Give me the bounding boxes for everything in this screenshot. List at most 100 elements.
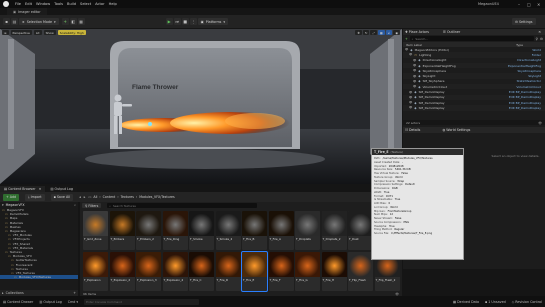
unsaved-button[interactable]: ▪ 1 Unsaved — [485, 300, 506, 304]
save-all-button[interactable]: ▪ Save All — [50, 193, 74, 201]
asset-thumbnail[interactable]: T_Fire_D — [215, 252, 241, 291]
more-options-icon[interactable]: ⋮ — [189, 18, 197, 25]
filter-icon[interactable]: ⚲ — [536, 37, 538, 41]
visibility-icon[interactable]: 👁 — [413, 59, 416, 62]
back-icon[interactable]: ◂ — [79, 195, 81, 199]
stop-icon[interactable]: ■ — [181, 18, 189, 25]
filters-button[interactable]: ⚲ Filters — [82, 203, 102, 208]
tab-outliner[interactable]: ☰ Outliner — [443, 30, 460, 34]
menu-window[interactable]: Window — [36, 2, 50, 6]
save-icon[interactable]: ▪ — [3, 18, 10, 25]
asset-thumbnail[interactable]: T_Explosion_3 — [136, 252, 161, 291]
angle-snap-icon[interactable]: ∠ — [385, 30, 393, 35]
menu-select[interactable]: Select — [80, 2, 91, 6]
import-button[interactable]: ⤓ Import — [25, 193, 45, 201]
menu-file[interactable]: File — [15, 2, 21, 6]
settings-button[interactable]: ⚙ Settings — [512, 18, 536, 25]
asset-thumbnail[interactable]: T_Fire_G — [295, 252, 320, 291]
blueprint-icon[interactable]: ◧ — [69, 18, 77, 25]
output-log-button[interactable]: ▥ Output Log — [39, 300, 62, 304]
asset-thumbnail[interactable]: T_Smoke_2 — [215, 211, 241, 250]
viewport-menu-icon[interactable]: ≡ — [2, 30, 9, 35]
asset-thumbnail[interactable]: T_Grid_Zone — [83, 211, 108, 250]
asset-thumbnail[interactable]: T_Dust — [348, 211, 373, 250]
visibility-icon[interactable]: 👁 — [409, 96, 412, 99]
revision-control-button[interactable]: ◇ Revision Control — [512, 300, 542, 304]
asset-thumbnail[interactable]: T_Fire_H — [321, 252, 347, 291]
breadcrumb-item[interactable]: Modules_VFX/Textures — [139, 195, 174, 199]
menu-build[interactable]: Build — [67, 2, 76, 6]
chevron-down-icon[interactable]: ▾ — [2, 203, 4, 207]
asset-thumbnail[interactable]: T_Embers_2 — [136, 211, 161, 250]
perspective-button[interactable]: Perspective — [10, 30, 32, 35]
platforms-button[interactable]: ▣ Platforms ▾ — [197, 18, 229, 25]
asset-thumbnail[interactable]: T_Embers — [109, 211, 135, 250]
settings-icon[interactable]: ⚙ — [540, 37, 543, 41]
asset-thumbnail[interactable]: T_Fire_C — [189, 252, 214, 291]
lit-button[interactable]: Lit — [33, 30, 42, 35]
tree-folder[interactable]: ▭ Modules_VFX/Textures — [0, 275, 78, 280]
visibility-icon[interactable]: 👁 — [413, 69, 416, 72]
close-tab-icon[interactable]: ✕ — [39, 187, 42, 191]
content-icon[interactable]: ▤ — [11, 18, 18, 25]
level-viewport[interactable]: Flame Thrower ≡ Perspective Lit Show Sca… — [0, 29, 402, 184]
asset-thumbnail[interactable]: T_Smoke — [189, 211, 214, 250]
asset-thumbnail[interactable]: T_Droplets_2 — [321, 211, 347, 250]
outliner-row[interactable]: 👁 ◆ SM_DemoDisplay Edit BP_DemoDisplay — [403, 105, 545, 111]
header-type[interactable]: Type — [516, 43, 523, 47]
visibility-icon[interactable]: 👁 — [413, 75, 416, 78]
cmd-selector[interactable]: Cmd ▾ — [68, 300, 78, 304]
tab-world-settings[interactable]: ◍ World Settings — [442, 128, 470, 132]
close-tab-icon[interactable]: ✕ — [538, 30, 541, 34]
header-item-label[interactable]: Item Label — [406, 43, 422, 47]
tab-place-actors[interactable]: ✚ Place Actors — [405, 30, 429, 34]
asset-thumbnail[interactable]: T_Fire_A — [268, 211, 294, 250]
add-icon[interactable]: + — [405, 37, 408, 41]
visibility-icon[interactable]: 👁 — [409, 106, 412, 109]
asset-thumbnail[interactable]: T_Droplets — [295, 211, 320, 250]
menu-help[interactable]: Help — [109, 2, 117, 6]
visibility-icon[interactable]: 👁 — [413, 85, 416, 88]
skip-icon[interactable]: ⏭ — [173, 18, 181, 25]
sequence-icon[interactable]: ▦ — [77, 18, 85, 25]
translate-icon[interactable]: ✥ — [355, 30, 362, 35]
add-button[interactable]: + Add — [3, 193, 20, 201]
search-icon[interactable]: ⌕ — [74, 203, 76, 207]
project-tab[interactable]: ▣ Imager editor — [7, 8, 47, 15]
breadcrumb-item[interactable]: All — [93, 195, 97, 199]
asset-thumbnail[interactable]: T_Explosion_2 — [109, 252, 135, 291]
visibility-icon[interactable]: 👁 — [413, 80, 416, 83]
visibility-icon[interactable]: 👁 — [409, 101, 412, 104]
visibility-icon[interactable]: 👁 — [409, 91, 412, 94]
asset-search-input[interactable]: ⌕ Search Textures — [107, 203, 258, 208]
asset-thumbnail[interactable]: T_Fire_Ring — [162, 211, 188, 250]
asset-thumbnail[interactable]: T_Fire_B — [242, 211, 267, 250]
asset-thumbnail[interactable]: T_Flip_Flash — [348, 252, 373, 291]
menu-edit[interactable]: Edit — [25, 2, 32, 6]
visibility-icon[interactable]: 👁 — [405, 48, 408, 51]
mode-selector[interactable]: ➤ Selection Mode ▾ — [19, 18, 59, 25]
rotate-icon[interactable]: ↻ — [362, 30, 370, 35]
grid-snap-icon[interactable]: ▦ — [377, 30, 385, 35]
add-collection-icon[interactable]: + — [73, 291, 76, 295]
console-input[interactable]: Enter Console Command — [84, 298, 200, 305]
tab-details[interactable]: ☷ Details — [405, 128, 420, 132]
breadcrumb-item[interactable]: Textures — [121, 195, 134, 199]
add-actor-icon[interactable]: + — [61, 18, 69, 25]
asset-thumbnail[interactable]: T_Fire_E — [241, 251, 268, 292]
asset-thumbnail[interactable]: T_Explosion — [83, 252, 108, 291]
menu-actor[interactable]: Actor — [95, 2, 104, 6]
show-button[interactable]: Show — [43, 30, 56, 35]
asset-thumbnail[interactable]: T_Fire_F — [268, 252, 294, 291]
minimize-icon[interactable]: – — [518, 2, 520, 7]
camera-speed-icon[interactable]: ◉ — [393, 30, 400, 35]
breadcrumb-item[interactable]: Content — [103, 195, 116, 199]
view-options-icon[interactable]: 👁 — [538, 121, 542, 125]
visibility-icon[interactable]: 👁 — [409, 53, 412, 56]
visibility-icon[interactable]: 👁 — [413, 64, 416, 67]
outliner-search-input[interactable]: ⌕ Search... — [409, 36, 534, 41]
menu-tools[interactable]: Tools — [54, 2, 63, 6]
close-icon[interactable]: ✕ — [537, 2, 540, 7]
view-options-icon[interactable]: 👁 — [395, 292, 399, 296]
play-icon[interactable]: ▶ — [165, 18, 173, 25]
